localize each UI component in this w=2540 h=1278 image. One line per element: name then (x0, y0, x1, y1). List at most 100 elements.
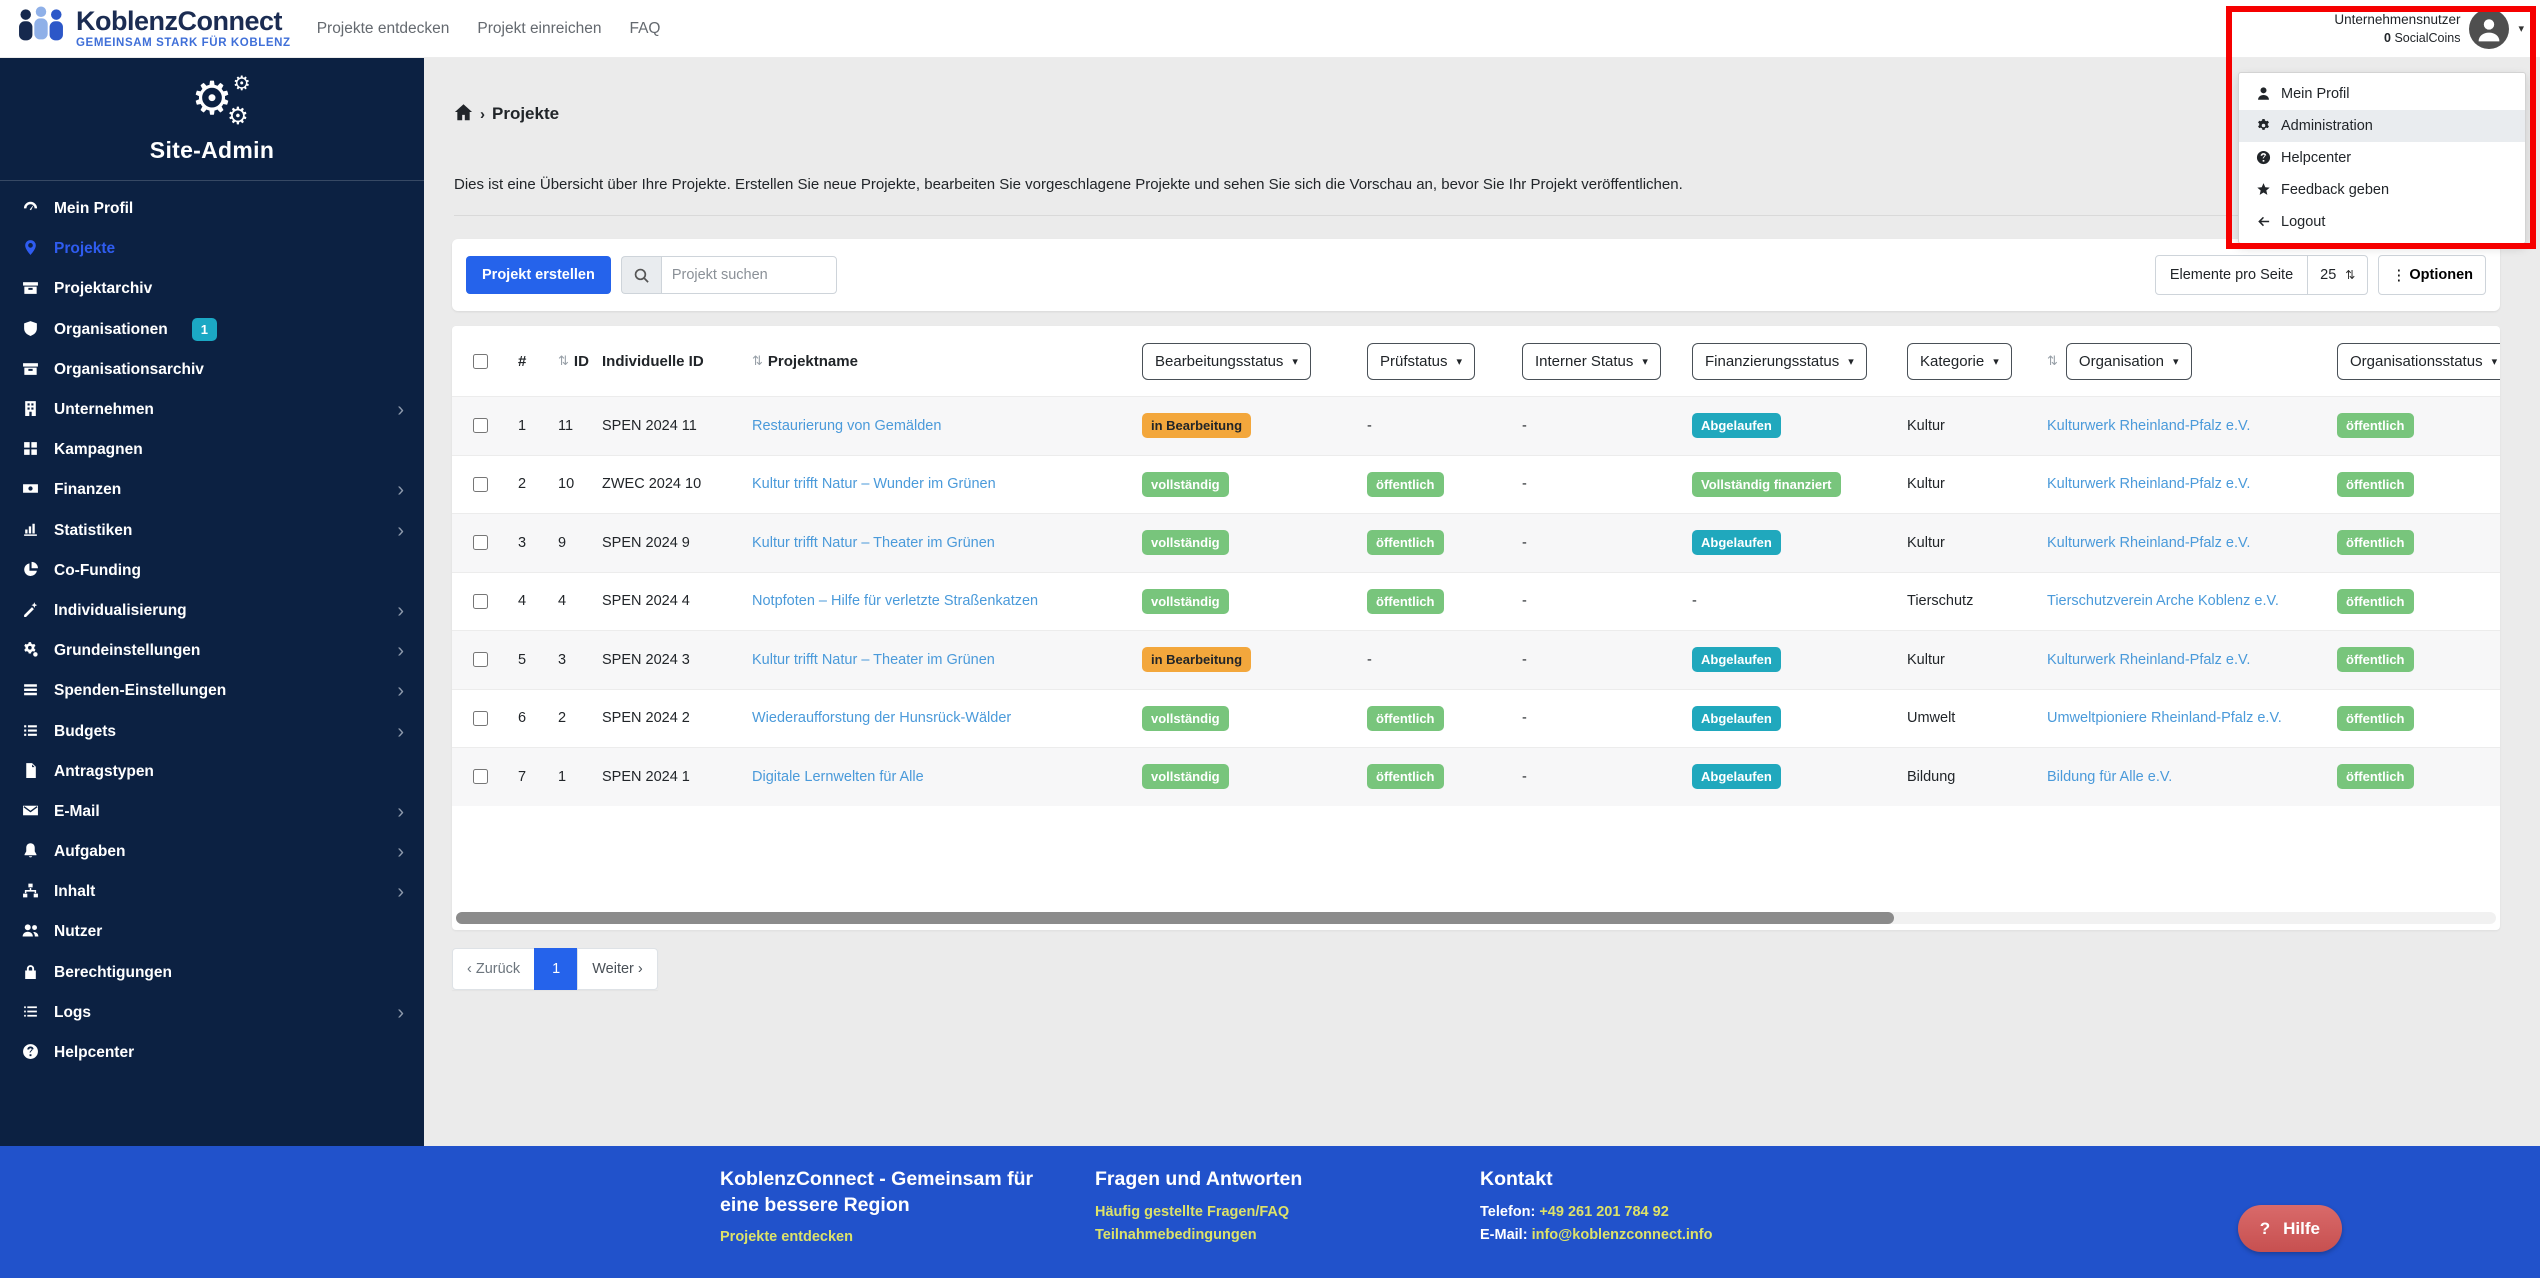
user-menu-item-mein-profil[interactable]: Mein Profil (2239, 78, 2525, 110)
caret-down-icon: ▾ (1292, 355, 1298, 368)
home-icon[interactable] (454, 103, 473, 125)
row-checkbox[interactable] (473, 476, 488, 492)
search-input[interactable] (660, 256, 837, 294)
status-badge: vollständig (1142, 471, 1229, 497)
sidebar-item-inhalt[interactable]: Inhalt › (0, 872, 424, 912)
sidebar-item-organisationsarchiv[interactable]: Organisationsarchiv (0, 350, 424, 390)
project-link[interactable]: Wiederaufforstung der Hunsrück-Wälder (752, 710, 1011, 726)
footer-link-faq[interactable]: Häufig gestellte Fragen/FAQ (1095, 1204, 1302, 1220)
user-menu-item-administration[interactable]: Administration (2239, 110, 2525, 142)
pagination-page-1[interactable]: 1 (534, 948, 579, 990)
sidebar-item-statistiken[interactable]: Statistiken › (0, 511, 424, 551)
sidebar-item-grundeinstellungen[interactable]: Grundeinstellungen › (0, 631, 424, 671)
phone-link[interactable]: +49 261 201 784 92 (1539, 1204, 1668, 1220)
filter-kategorie[interactable]: Kategorie ▾ (1907, 342, 2012, 380)
per-page-label: Elemente pro Seite (2156, 256, 2309, 294)
row-checkbox[interactable] (473, 593, 488, 609)
cell-bearbeitungsstatus: vollständig (1132, 705, 1357, 731)
project-link[interactable]: Restaurierung von Gemälden (752, 418, 941, 434)
create-project-button[interactable]: Projekt erstellen (466, 256, 611, 294)
cell-pruefstatus: öffentlich (1357, 530, 1512, 556)
brand-logo[interactable]: KoblenzConnect GEMEINSAM STARK FÜR KOBLE… (16, 6, 291, 51)
sidebar-item-aufgaben[interactable]: Aufgaben › (0, 832, 424, 872)
sidebar-item-budgets[interactable]: Budgets › (0, 711, 424, 751)
sidebar-item-finanzen[interactable]: Finanzen › (0, 470, 424, 510)
organisation-link[interactable]: Tierschutzverein Arche Koblenz e.V. (2047, 593, 2279, 609)
sidebar-menu: Mein Profil Projekte Projektarchiv Organisa… (0, 181, 424, 1073)
filter-finanzierungsstatus[interactable]: Finanzierungsstatus ▾ (1692, 342, 1867, 380)
sidebar-item-individualisierung[interactable]: Individualisierung › (0, 591, 424, 631)
project-link[interactable]: Notpfoten – Hilfe für verletzte Straßenk… (752, 593, 1038, 609)
sidebar-item-organisationen[interactable]: Organisationen 1 (0, 310, 424, 350)
user-menu-toggle[interactable]: Unternehmensnutzer 0 SocialCoins ▾ (2334, 8, 2524, 49)
select-all-checkbox[interactable] (473, 353, 488, 369)
status-badge: in Bearbeitung (1142, 647, 1252, 673)
people-logo-icon (16, 6, 66, 51)
sidebar-item-logs[interactable]: Logs › (0, 993, 424, 1033)
sidebar-item-kampagnen[interactable]: Kampagnen (0, 430, 424, 470)
organisation-link[interactable]: Bildung für Alle e.V. (2047, 769, 2172, 785)
user-menu-item-helpcenter[interactable]: Helpcenter (2239, 142, 2525, 174)
project-link[interactable]: Kultur trifft Natur – Theater im Grünen (752, 652, 995, 668)
sidebar-item-unternehmen[interactable]: Unternehmen › (0, 390, 424, 430)
sidebar-item-nutzer[interactable]: Nutzer (0, 912, 424, 952)
avatar[interactable] (2469, 8, 2510, 49)
organisation-link[interactable]: Kulturwerk Rheinland-Pfalz e.V. (2047, 652, 2250, 668)
per-page-select[interactable]: 25 ⇅ (2308, 267, 2367, 283)
sort-icon[interactable]: ⇅ (558, 353, 569, 369)
filter-bearbeitungsstatus[interactable]: Bearbeitungsstatus ▾ (1142, 342, 1311, 380)
row-checkbox[interactable] (473, 418, 488, 434)
pagination-next[interactable]: Weiter › (577, 948, 658, 990)
sidebar-item-projektarchiv[interactable]: Projektarchiv (0, 269, 424, 309)
email-link[interactable]: info@koblenzconnect.info (1532, 1227, 1713, 1243)
help-button[interactable]: ? Hilfe (2237, 1205, 2342, 1252)
cell-bearbeitungsstatus: vollständig (1132, 764, 1357, 790)
footer-link-projekte-entdecken[interactable]: Projekte entdecken (720, 1229, 1050, 1245)
sort-icon[interactable]: ⇅ (2047, 353, 2058, 369)
nav-faq[interactable]: FAQ (629, 20, 660, 38)
user-menu-item-logout[interactable]: Logout (2239, 206, 2525, 238)
cell-select (452, 708, 508, 729)
options-button[interactable]: ⋮ Optionen (2378, 255, 2486, 295)
cell-pruefstatus: - (1367, 417, 1372, 434)
status-badge: öffentlich (2337, 705, 2414, 731)
organisation-link[interactable]: Kulturwerk Rheinland-Pfalz e.V. (2047, 476, 2250, 492)
organisation-link[interactable]: Kulturwerk Rheinland-Pfalz e.V. (2047, 535, 2250, 551)
sidebar-item-co-funding[interactable]: Co-Funding (0, 551, 424, 591)
row-checkbox[interactable] (473, 535, 488, 551)
filter-interner-status[interactable]: Interner Status ▾ (1522, 342, 1661, 380)
row-checkbox[interactable] (473, 710, 488, 726)
nav-projekte-entdecken[interactable]: Projekte entdecken (317, 20, 450, 38)
cell-organisationsstatus: öffentlich (2327, 705, 2500, 731)
project-link[interactable]: Kultur trifft Natur – Theater im Grünen (752, 535, 995, 551)
cell-finanzierungsstatus: Abgelaufen (1682, 705, 1897, 731)
project-link[interactable]: Digitale Lernwelten für Alle (752, 769, 924, 785)
project-link[interactable]: Kultur trifft Natur – Wunder im Grünen (752, 476, 996, 492)
filter-organisationsstatus[interactable]: Organisationsstatus ▾ (2337, 342, 2500, 380)
cell-id: 1 (558, 768, 567, 785)
sidebar-item-spenden-einstellungen[interactable]: Spenden-Einstellungen › (0, 671, 424, 711)
filter-pruefstatus[interactable]: Prüfstatus ▾ (1367, 342, 1476, 380)
pagination-prev[interactable]: ‹ Zurück (452, 948, 536, 990)
sidebar-item-helpcenter[interactable]: Helpcenter (0, 1033, 424, 1073)
scrollbar-thumb[interactable] (456, 912, 1895, 924)
footer-link-teilnahmebedingungen[interactable]: Teilnahmebedingungen (1095, 1227, 1302, 1243)
user-menu-item-feedback-geben[interactable]: Feedback geben (2239, 174, 2525, 206)
top-header: KoblenzConnect GEMEINSAM STARK FÜR KOBLE… (0, 0, 2540, 58)
sidebar-item-berechtigungen[interactable]: Berechtigungen (0, 953, 424, 993)
sidebar-item-mein-profil[interactable]: Mein Profil (0, 189, 424, 229)
filter-organisation[interactable]: Organisation ▾ (2065, 342, 2192, 380)
row-checkbox[interactable] (473, 652, 488, 668)
row-checkbox[interactable] (473, 769, 488, 785)
sort-icon[interactable]: ⇅ (752, 353, 763, 369)
sidebar-item-antragstypen[interactable]: Antragstypen (0, 752, 424, 792)
sidebar-item-e-mail[interactable]: E-Mail › (0, 792, 424, 832)
sidebar-brand: ⚙ ⚙ ⚙ Site-Admin (0, 57, 424, 181)
organisation-link[interactable]: Kulturwerk Rheinland-Pfalz e.V. (2047, 418, 2250, 434)
building-icon (18, 400, 42, 420)
up-down-icon: ⇅ (2345, 268, 2356, 282)
organisation-link[interactable]: Umweltpioniere Rheinland-Pfalz e.V. (2047, 710, 2282, 726)
cell-num: 6 (518, 710, 527, 727)
sidebar-item-projekte[interactable]: Projekte (0, 229, 424, 269)
nav-projekt-einreichen[interactable]: Projekt einreichen (477, 20, 601, 38)
